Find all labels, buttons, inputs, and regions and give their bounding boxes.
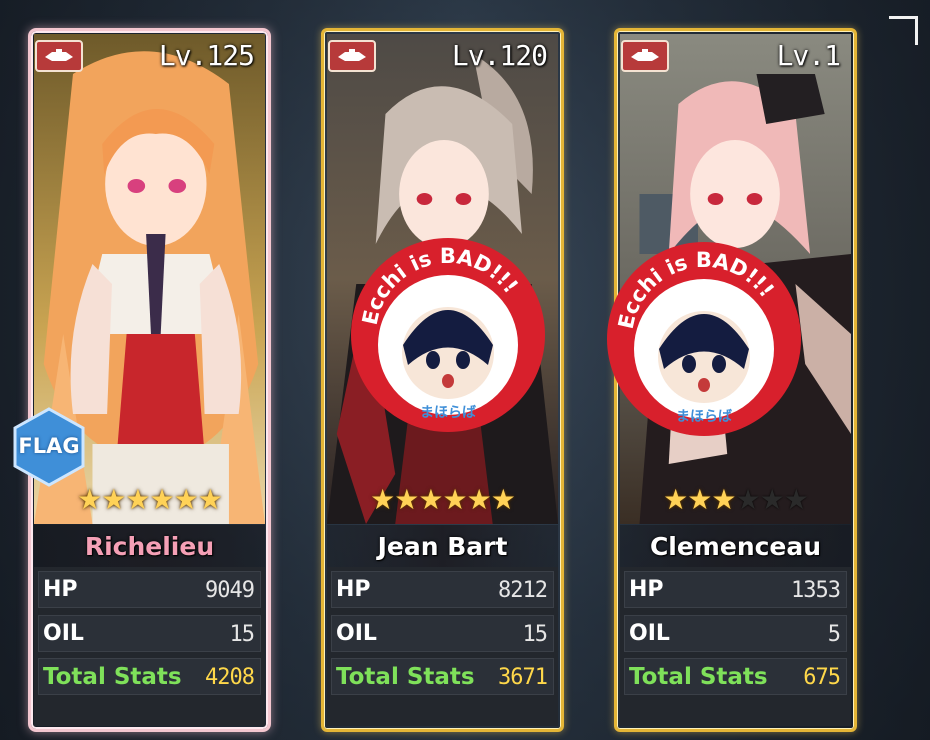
stats-panel: HP 1353 OIL 5 Total Stats 675 [620,567,851,726]
ship-card-richelieu[interactable]: Lv.125 FLAG ★★★★★★ Richelieu HP 9049 OIL… [13,28,271,732]
total-stats-value: 4208 [205,665,255,690]
star-icon: ★ [173,484,199,515]
level-label: Lv.1 [776,39,841,72]
ship-type-icon [35,40,83,72]
star-icon: ★ [418,484,443,515]
oil-row: OIL 15 [331,615,554,652]
star-icon: ★ [77,484,102,515]
total-stats-value: 3671 [498,665,548,690]
name-plate: Clemenceau [620,525,851,567]
sticker-logo: まほらば [420,405,476,421]
oil-row: OIL 15 [38,615,261,652]
total-stats-value: 675 [803,665,841,690]
total-stats-label: Total Stats [43,664,182,690]
star-icon: ★ [490,484,516,515]
ship-type-icon [621,40,669,72]
star-icon: ★ [149,484,175,515]
total-stats-row: Total Stats 3671 [331,658,554,695]
star-rating: ★★★★★★ [324,485,561,515]
total-stats-row: Total Stats 4208 [38,658,261,695]
star-icon: ★ [759,484,785,515]
total-stats-label: Total Stats [336,664,475,690]
oil-label: OIL [629,621,670,646]
oil-label: OIL [336,621,377,646]
star-icon: ★ [735,484,761,515]
oil-label: OIL [43,621,84,646]
star-rating: ★★★★★★ [31,485,268,515]
hp-row: HP 8212 [331,571,554,608]
ship-name: Richelieu [84,531,215,561]
name-plate: Jean Bart [327,525,558,567]
star-icon: ★ [783,484,809,515]
total-stats-row: Total Stats 675 [624,658,847,695]
star-icon: ★ [687,484,712,515]
star-icon: ★ [370,484,395,515]
total-stats-label: Total Stats [629,664,768,690]
star-icon: ★ [197,484,223,515]
ship-name: Clemenceau [649,531,822,561]
oil-value: 15 [522,622,548,647]
star-icon: ★ [466,484,492,515]
hp-label: HP [336,577,371,602]
ship-name: Jean Bart [377,531,508,561]
flag-label: FLAG [18,434,80,458]
sticker-logo: まほらば [676,409,732,425]
name-plate: Richelieu [34,525,265,567]
censor-sticker: Ecchi is BAD!!! まほらば [604,239,804,439]
star-icon: ★ [101,484,126,515]
star-icon: ★ [442,484,468,515]
ship-type-icon [328,40,376,72]
star-icon: ★ [663,484,688,515]
level-label: Lv.120 [451,39,548,72]
star-rating: ★★★★★★ [617,485,854,515]
hp-value: 8212 [498,578,548,603]
hp-row: HP 9049 [38,571,261,608]
star-icon: ★ [125,484,150,515]
stats-panel: HP 8212 OIL 15 Total Stats 3671 [327,567,558,726]
oil-value: 5 [827,622,841,647]
hp-value: 1353 [791,578,841,603]
flagship-badge: FLAG [13,407,85,487]
star-icon: ★ [711,484,736,515]
corner-bracket-icon[interactable] [889,16,918,45]
censor-sticker: Ecchi is BAD!!! まほらば [348,235,548,435]
stats-panel: HP 9049 OIL 15 Total Stats 4208 [34,567,265,726]
ship-card-clemenceau[interactable]: Lv.1 Ecchi is BAD!!! まほらば ★★★★★★ Clemenc… [607,28,857,732]
hp-label: HP [43,577,78,602]
hp-label: HP [629,577,664,602]
oil-value: 15 [229,622,255,647]
hp-row: HP 1353 [624,571,847,608]
star-icon: ★ [394,484,419,515]
hp-value: 9049 [205,578,255,603]
level-label: Lv.125 [158,39,255,72]
oil-row: OIL 5 [624,615,847,652]
ship-card-jean-bart[interactable]: Lv.120 Ecchi is BAD!!! まほらば ★★★★★★ Jean … [321,28,564,732]
